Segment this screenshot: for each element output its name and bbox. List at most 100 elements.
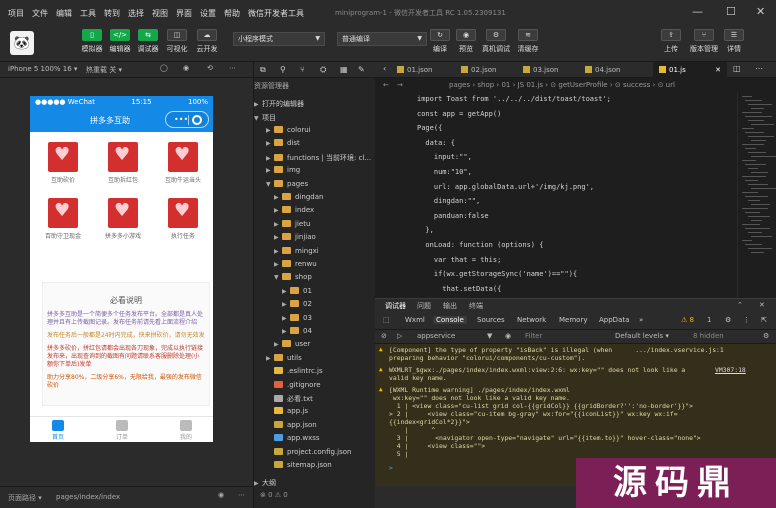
tab-home[interactable]: 首页 (38, 420, 78, 441)
upload-button[interactable]: ⇪ 上传 (657, 29, 685, 61)
folder-item[interactable]: ▶ 02 (254, 300, 376, 313)
devtools-tab-network[interactable]: Network (517, 316, 546, 324)
folder-item[interactable]: ▶ dist (254, 139, 376, 152)
folder-item[interactable]: ▶ img (254, 166, 376, 179)
menu-item-select[interactable]: 选择 (128, 8, 144, 19)
details-button[interactable]: ☰ 详情 (720, 29, 748, 61)
folder-item[interactable]: ▶ dingdan (254, 193, 376, 206)
edit-icon[interactable]: ✎ (358, 65, 365, 74)
more-icon[interactable]: ⋯ (755, 64, 763, 73)
more-icon[interactable]: ⋯ (229, 64, 236, 72)
back-icon[interactable]: ← (383, 78, 389, 92)
folder-item[interactable]: ▶ jinjiao (254, 233, 376, 246)
grid-item[interactable]: 拼多多小游戏 (98, 198, 148, 240)
folder-item[interactable]: ▼ pages (254, 179, 376, 193)
menu-item-wechat-devtools[interactable]: 微信开发者工具 (248, 8, 304, 19)
grid-item[interactable]: 互助砍价 (38, 142, 88, 184)
folder-item[interactable]: ▶ user (254, 340, 376, 353)
clear-cache-button[interactable]: ≋ 清缓存 (514, 29, 542, 61)
debugger-toggle-button[interactable]: ⇆ 调试器 (134, 29, 162, 61)
page-path-select[interactable]: 页面路径 ▾ (8, 493, 42, 503)
simulator-toggle-button[interactable]: ▯ 模拟器 (78, 29, 106, 61)
file-item[interactable]: app.json (254, 420, 376, 434)
warning-count[interactable]: ⚠ 8 (681, 316, 694, 324)
device-select[interactable]: iPhone 5 100% 16 ▾ (8, 65, 77, 73)
visual-button[interactable]: ◫ 可视化 (163, 29, 191, 61)
tab-01-js[interactable]: 01.js ✕ (653, 62, 727, 78)
filter-input[interactable]: Filter (525, 332, 542, 340)
chevron-up-icon[interactable]: ⌃ (737, 301, 743, 309)
prev-icon[interactable]: ‹ (383, 64, 386, 73)
grid-item[interactable]: 执行任务 (158, 198, 208, 240)
minimap[interactable] (737, 92, 776, 298)
menu-item-tools[interactable]: 工具 (80, 8, 96, 19)
grid-item[interactable]: 百助守卫现金 (38, 198, 88, 240)
clear-console-icon[interactable]: ⊘ (381, 332, 387, 340)
console-prompt[interactable]: > (389, 464, 393, 472)
more-dots-icon[interactable]: ••• (174, 115, 188, 124)
grid-item[interactable]: 互助牛运当头 (158, 142, 208, 184)
panel-tab-problems[interactable]: 问题 (417, 301, 431, 311)
devtools-tab-wxml[interactable]: Wxml (405, 316, 425, 324)
files-icon[interactable]: ⧉ (260, 65, 266, 75)
levels-select[interactable]: Default levels ▾ (615, 332, 669, 340)
search-icon[interactable]: ⚲ (280, 65, 286, 74)
cloud-dev-button[interactable]: ☁ 云开发 (193, 29, 221, 61)
rotate-icon[interactable]: ⟲ (207, 64, 213, 72)
eye-icon[interactable]: ◉ (505, 332, 511, 340)
folder-item[interactable]: ▶ index (254, 206, 376, 219)
panel-tab-output[interactable]: 输出 (443, 301, 457, 311)
version-button[interactable]: ⑂ 版本管理 (690, 29, 718, 61)
forward-icon[interactable]: → (397, 78, 403, 92)
tab-01-json[interactable]: 01.json (391, 62, 455, 78)
menu-item-project[interactable]: 项目 (8, 8, 24, 19)
menu-item-settings[interactable]: 设置 (200, 8, 216, 19)
tab-03-json[interactable]: 03.json (517, 62, 579, 78)
more-tabs-icon[interactable]: » (639, 316, 643, 324)
debug-icon[interactable]: ⛭ (320, 65, 326, 75)
devtools-tab-memory[interactable]: Memory (559, 316, 587, 324)
folder-item[interactable]: ▶ 04 (254, 327, 376, 340)
menu-item-edit[interactable]: 编辑 (56, 8, 72, 19)
file-item[interactable]: project.config.json (254, 447, 376, 461)
devtools-tab-console[interactable]: Console (433, 316, 467, 324)
tab-02-json[interactable]: 02.json (455, 62, 517, 78)
branch-icon[interactable]: ⑂ (300, 65, 305, 74)
close-miniprogram-icon[interactable] (192, 115, 202, 125)
gear-icon[interactable]: ⚙ (725, 316, 731, 324)
folder-item[interactable]: ▶ mingxi (254, 246, 376, 260)
hotreload-select[interactable]: 热重载 关 ▾ (86, 65, 122, 75)
close-panel-icon[interactable]: ✕ (759, 301, 765, 309)
folder-item[interactable]: ▶ utils (254, 353, 376, 367)
file-item[interactable]: app.wxss (254, 434, 376, 447)
menu-item-interface[interactable]: 界面 (176, 8, 192, 19)
phone-screen[interactable]: ●●●●● WeChat 15:15 100% 拼多多互助 ••• 互助砍价 (30, 96, 213, 442)
record-icon[interactable]: ◉ (183, 64, 189, 72)
folder-item[interactable]: ▶ functions | 当前环境: cl... (254, 153, 376, 166)
compile-select[interactable]: 普通编译 ▼ (337, 32, 427, 46)
inspect-icon[interactable]: ⬚ (383, 316, 390, 324)
menu-item-goto[interactable]: 转到 (104, 8, 120, 19)
code-editor[interactable]: import Toast from '../../../dist/toast/t… (375, 92, 737, 298)
devtools-tab-appdata[interactable]: AppData (599, 316, 629, 324)
more-icon[interactable]: ⋯ (238, 491, 245, 499)
folder-item[interactable]: ▼ shop (254, 273, 376, 286)
extensions-icon[interactable]: ▦ (340, 65, 348, 74)
open-editors-section[interactable]: ▶ 打开的编辑器 (254, 99, 376, 112)
project-section[interactable]: ▼ 项目 (254, 113, 376, 126)
capsule-menu[interactable]: ••• (165, 111, 209, 128)
folder-item[interactable]: ▶ 01 (254, 286, 376, 300)
close-tab-icon[interactable]: ✕ (715, 62, 721, 78)
source-link[interactable]: VM307:18 (715, 366, 746, 374)
panel-tab-debugger[interactable]: 调试器 (385, 301, 406, 311)
console-settings-icon[interactable]: ⚙ (763, 332, 769, 340)
stop-icon[interactable]: ◯ (160, 64, 168, 72)
editor-toggle-button[interactable]: </> 编辑器 (106, 29, 134, 61)
file-item[interactable]: .eslintrc.js (254, 367, 376, 380)
undock-icon[interactable]: ⇱ (761, 316, 767, 324)
error-count[interactable]: 1 (707, 316, 711, 324)
avatar[interactable]: 🐼 (10, 31, 34, 55)
remote-debug-button[interactable]: ⚙ 真机调试 (482, 29, 510, 61)
tab-04-json[interactable]: 04.json (579, 62, 651, 78)
file-item[interactable]: sitemap.json (254, 461, 376, 474)
